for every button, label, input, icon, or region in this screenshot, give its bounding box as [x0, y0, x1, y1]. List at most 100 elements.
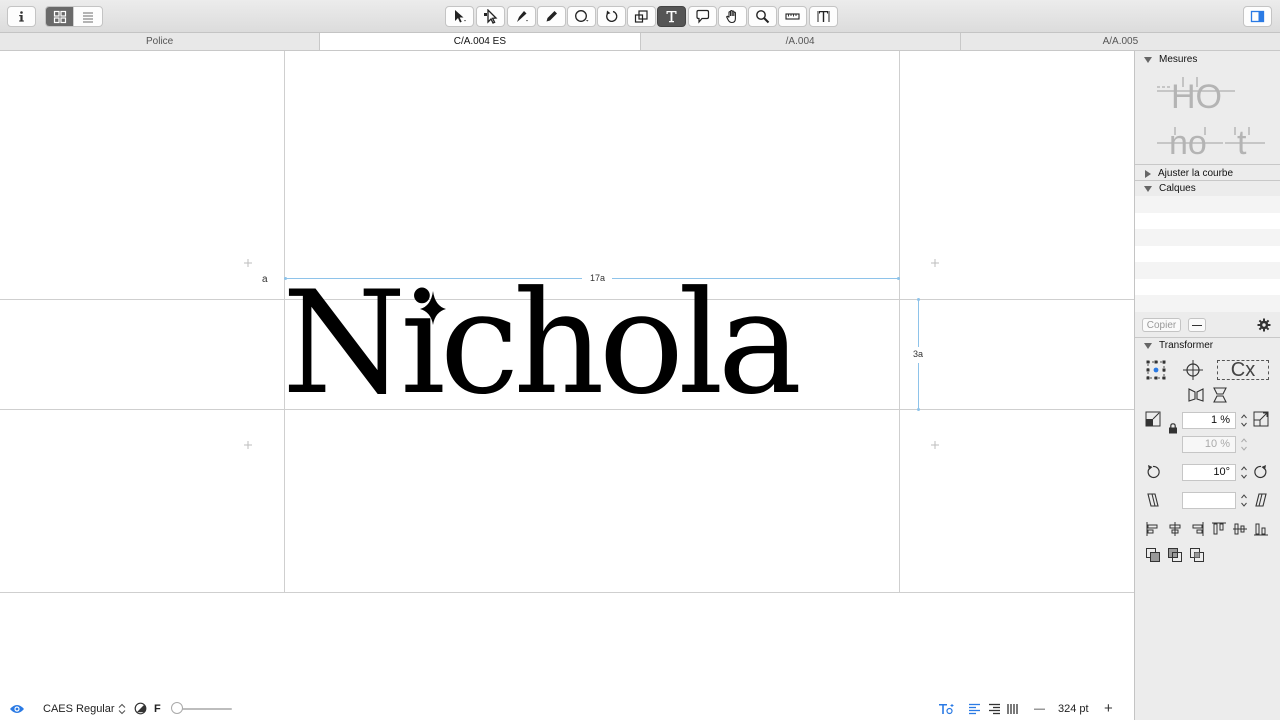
scale-up-icon [1253, 411, 1269, 427]
align-bottom-edges-icon [1254, 523, 1268, 536]
align-top-edges-button[interactable] [1211, 521, 1227, 537]
rotate-tool-button[interactable] [597, 6, 626, 27]
scale-y-field[interactable]: 10 % [1182, 436, 1236, 453]
status-bar: CAES Regular F — 324 pt + [0, 697, 1134, 720]
layers-list[interactable] [1135, 196, 1280, 312]
section-transformer[interactable]: Transformer [1135, 338, 1280, 353]
layer-row[interactable] [1135, 262, 1280, 279]
rotate-stepper[interactable] [1240, 464, 1248, 481]
sidebar-toggle-icon [1250, 10, 1265, 23]
lock-icon[interactable] [1168, 423, 1178, 434]
metrics-tool-button[interactable] [809, 6, 838, 27]
size-slider-track[interactable] [178, 708, 232, 710]
align-left-button[interactable] [968, 697, 981, 720]
align-bottom-edges-button[interactable] [1253, 521, 1269, 537]
copy-button[interactable]: Copier [1142, 318, 1181, 332]
section-mesures[interactable]: Mesures [1135, 52, 1280, 67]
flip-horizontal-button[interactable] [1188, 387, 1204, 403]
section-ajuster[interactable]: Ajuster la courbe [1135, 166, 1280, 181]
subtract-button[interactable] [1167, 547, 1183, 563]
origin-custom-button[interactable]: Cx [1217, 360, 1269, 380]
scale-tool-button[interactable] [627, 6, 656, 27]
metrics-icon [817, 11, 830, 22]
glyph-canvas[interactable]: a 17a 3a Nichola [0, 51, 1134, 720]
glyph-preview-text[interactable]: Nichola [282, 269, 902, 419]
tab-a-004[interactable]: /A.004 [641, 33, 961, 50]
inspector-panel: Mesures HO no t Ajuster la courbe Calque… [1134, 51, 1280, 720]
list-view-button[interactable] [74, 7, 102, 26]
scale-up-button[interactable] [1253, 411, 1269, 427]
text-options-button[interactable] [938, 697, 954, 720]
layer-row[interactable] [1135, 246, 1280, 263]
layer-row[interactable] [1135, 229, 1280, 246]
align-left-edges-button[interactable] [1145, 521, 1161, 537]
slant-field[interactable] [1182, 492, 1236, 509]
preview-toggle[interactable] [9, 697, 25, 720]
layer-settings-button[interactable] [1256, 317, 1272, 333]
select-arrow-icon [455, 10, 466, 23]
size-slider-knob[interactable] [171, 702, 183, 714]
section-mesures-label: Mesures [1159, 54, 1198, 65]
layer-row[interactable] [1135, 196, 1280, 213]
node-select-tool-button[interactable] [476, 6, 505, 27]
scale-y-stepper[interactable] [1240, 436, 1248, 453]
origin-center-button[interactable] [1182, 359, 1204, 381]
tab-a-a-005[interactable]: A/A.005 [961, 33, 1280, 50]
union-button[interactable] [1145, 547, 1161, 563]
slant-right-button[interactable] [1253, 492, 1269, 508]
scale-x-field[interactable]: 1 % [1182, 412, 1236, 429]
f-label: F [154, 702, 161, 715]
align-center-v-button[interactable] [1232, 521, 1248, 537]
pencil-tool-button[interactable] [537, 6, 566, 27]
measure-icon [785, 13, 800, 20]
layer-row[interactable] [1135, 295, 1280, 312]
measure-tool-button[interactable] [778, 6, 807, 27]
info-button[interactable] [7, 6, 36, 27]
section-calques[interactable]: Calques [1135, 181, 1280, 196]
text-tool-button[interactable] [657, 6, 686, 27]
zoom-in-button[interactable]: + [1104, 697, 1113, 720]
toolbar [0, 0, 1280, 33]
node-select-icon [484, 9, 498, 24]
grid-view-button[interactable] [46, 7, 74, 26]
annotation-tool-button[interactable] [688, 6, 717, 27]
shape-tool-button[interactable] [567, 6, 596, 27]
ellipse-icon [575, 10, 589, 22]
align-left-icon [969, 703, 980, 714]
rotate-field[interactable]: 10° [1182, 464, 1236, 481]
align-right-edges-button[interactable] [1189, 521, 1205, 537]
layer-row[interactable] [1135, 279, 1280, 296]
pen-tool-button[interactable] [507, 6, 536, 27]
flip-vertical-button[interactable] [1212, 387, 1228, 403]
contrast-toggle[interactable] [134, 697, 147, 720]
hand-tool-button[interactable] [718, 6, 747, 27]
scale-x-stepper[interactable] [1240, 412, 1248, 429]
layer-row[interactable] [1135, 213, 1280, 230]
select-tool-button[interactable] [445, 6, 474, 27]
slant-left-button[interactable] [1145, 492, 1161, 508]
zoom-out-button[interactable]: — [1034, 697, 1045, 720]
remove-layer-button[interactable]: — [1188, 318, 1206, 332]
view-mode-toggle[interactable] [45, 6, 103, 27]
height-measure-label: 3a [913, 349, 924, 359]
sidebar-toggle-button[interactable] [1243, 6, 1272, 27]
scale-down-button[interactable] [1145, 411, 1161, 427]
justify-button[interactable] [1006, 697, 1019, 720]
align-right-button[interactable] [988, 697, 1001, 720]
origin-bbox-button[interactable] [1145, 359, 1167, 381]
zoom-value[interactable]: 324 pt [1058, 697, 1089, 720]
tab-c-a-004-es[interactable]: C/A.004 ES [320, 33, 641, 50]
section-calques-label: Calques [1159, 183, 1196, 194]
pencil-icon [546, 11, 557, 22]
section-transformer-label: Transformer [1159, 340, 1214, 351]
slant-stepper[interactable] [1240, 492, 1248, 509]
zoom-tool-button[interactable] [748, 6, 777, 27]
align-center-h-button[interactable] [1167, 521, 1183, 537]
intersect-button[interactable] [1189, 547, 1205, 563]
align-top-edges-icon [1212, 522, 1226, 535]
rotate-ccw-button[interactable] [1145, 464, 1161, 480]
tab-police[interactable]: Police [0, 33, 321, 50]
scale-down-icon [1145, 411, 1161, 427]
rotate-cw-button[interactable] [1253, 464, 1269, 480]
font-selector[interactable]: CAES Regular [43, 697, 126, 720]
